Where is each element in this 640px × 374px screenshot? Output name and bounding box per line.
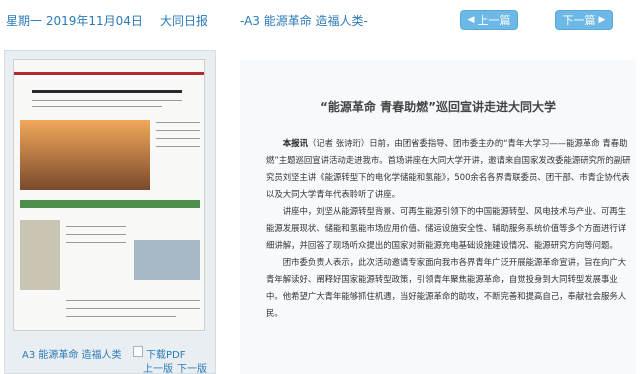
thumb-photo: [20, 120, 150, 190]
thumb-text-line: [66, 234, 126, 235]
issue-date: 星期一 2019年11月04日: [6, 14, 143, 28]
page-caption-link[interactable]: A3 能源革命 造福人类: [22, 346, 122, 361]
article-paragraph-text: （记者 张诗珩）日前，由团省委指导、团市委主办的“青年大学习——能源革命 青春助…: [266, 138, 631, 199]
page-thumbnail-panel: [4, 50, 216, 374]
article-panel: “能源革命 青春助燃”巡回宣讲走进大同大学 本报讯（记者 张诗珩）日前，由团省委…: [240, 60, 636, 374]
thumb-text-line: [156, 122, 200, 123]
thumb-text-line: [66, 316, 176, 317]
page-thumbnail[interactable]: [13, 59, 205, 331]
masthead-bar: [14, 72, 204, 75]
paper-name: 大同日报: [160, 14, 209, 28]
thumb-text-line: [32, 100, 182, 101]
thumb-text-line: [156, 138, 200, 139]
next-article-label: 下一篇: [562, 14, 596, 27]
page-nav: 上一版 下一版: [143, 360, 207, 374]
thumb-green-banner: [20, 200, 200, 208]
top-bar: 星期一 2019年11月04日 大同日报 -A3 能源革命 造福人类- ◀ 上一…: [0, 0, 640, 44]
prev-article-label: 上一篇: [477, 14, 511, 27]
article-paragraph: 本报讯（记者 张诗珩）日前，由团省委指导、团市委主办的“青年大学习——能源革命 …: [266, 135, 632, 203]
thumb-text-line: [66, 308, 200, 309]
thumb-text-line: [156, 130, 200, 131]
prev-article-button[interactable]: ◀ 上一篇: [460, 10, 518, 30]
article-lead: 本报讯: [282, 138, 308, 148]
article-paragraph: 讲座中，刘坚从能源转型背景、可再生能源引领下的中国能源转型、风电技术与产业、可再…: [266, 206, 627, 250]
section-title: -A3 能源革命 造福人类-: [240, 14, 368, 28]
prev-page-link[interactable]: 上一版: [143, 360, 173, 374]
download-pdf-label: 下载PDF: [146, 350, 186, 361]
arrow-right-icon: ▶: [598, 15, 606, 25]
thumb-text-line: [66, 300, 200, 301]
article-body: 本报讯（记者 张诗珩）日前，由团省委指导、团市委主办的“青年大学习——能源革命 …: [266, 135, 632, 322]
next-article-button[interactable]: 下一篇 ▶: [555, 10, 613, 30]
article-title: “能源革命 青春助燃”巡回宣讲走进大同大学: [320, 100, 556, 114]
pdf-icon: [133, 346, 143, 357]
thumb-photo: [134, 240, 200, 280]
arrow-left-icon: ◀: [467, 15, 475, 25]
thumb-text-line: [32, 106, 162, 107]
article-paragraph: 团市委负责人表示，此次活动邀请专家面向我市各界青年广泛开展能源革命宣讲，旨在向广…: [266, 257, 627, 318]
thumb-text-line: [66, 242, 126, 243]
next-page-link[interactable]: 下一版: [177, 360, 207, 374]
thumb-headline: [32, 90, 182, 93]
thumb-text-line: [66, 226, 126, 227]
thumb-text-line: [156, 146, 200, 147]
download-pdf-link[interactable]: 下载PDF: [133, 346, 185, 361]
thumb-photo: [20, 220, 60, 290]
